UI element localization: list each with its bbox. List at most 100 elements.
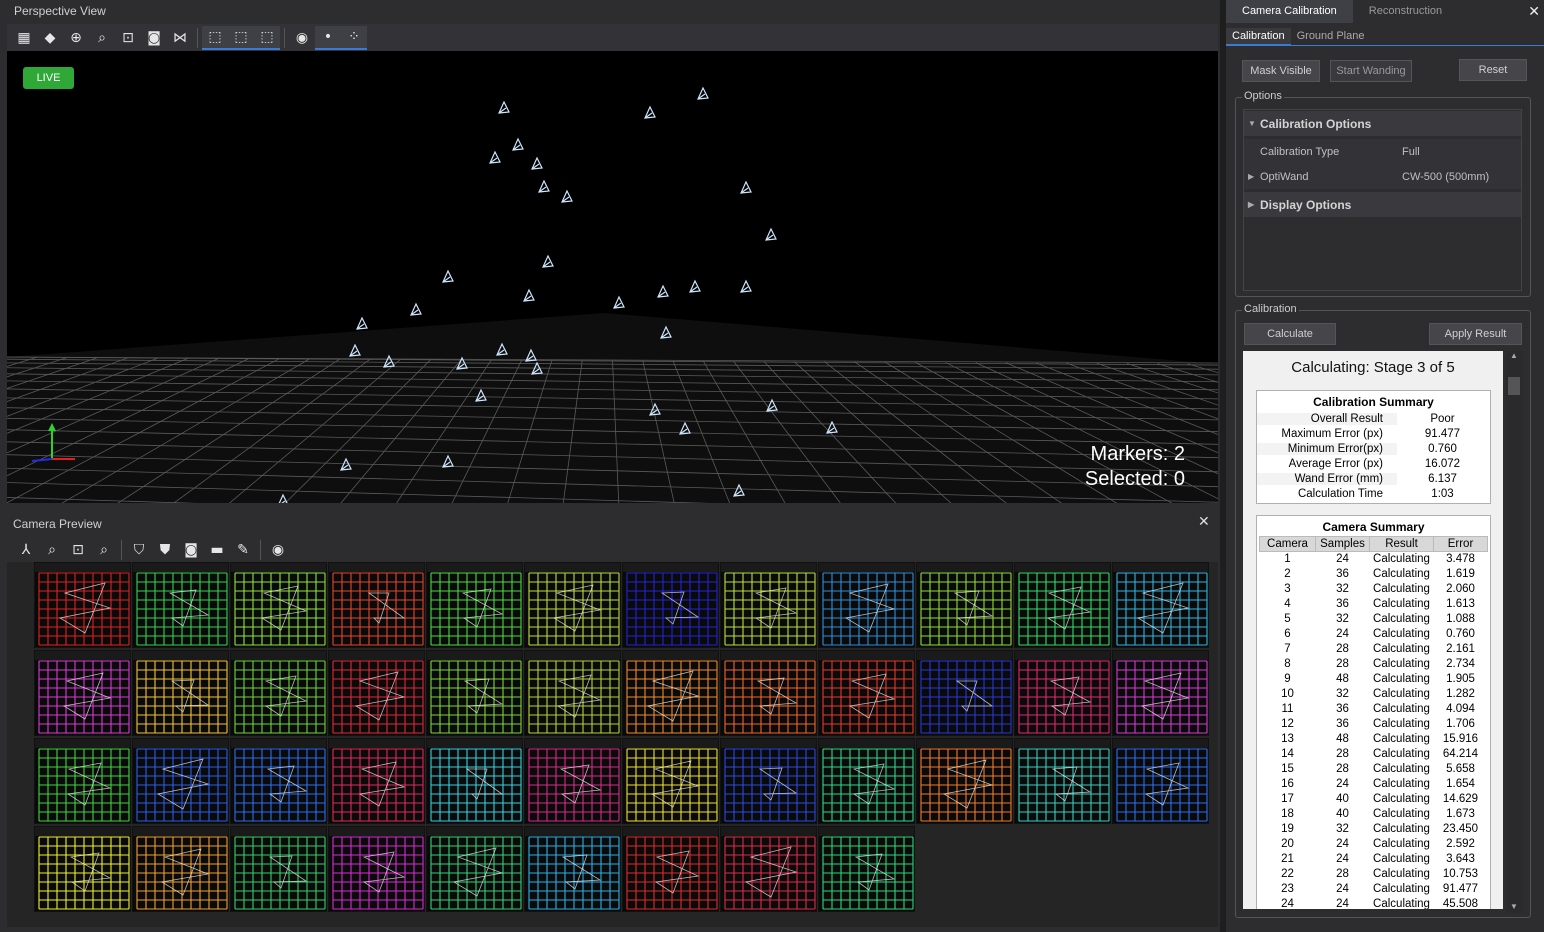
subtab-ground-plane[interactable]: Ground Plane xyxy=(1291,28,1371,45)
zoom-in-icon[interactable]: ⌕ xyxy=(39,538,65,562)
brush-icon[interactable]: ✎ xyxy=(230,538,256,562)
network-icon[interactable]: ⋈ xyxy=(167,26,193,50)
camera-tile[interactable] xyxy=(426,650,523,736)
results-scrollbar[interactable]: ▲ ▼ xyxy=(1506,351,1522,913)
table-row[interactable]: 21 24 Calculating 3.643 xyxy=(1260,852,1488,867)
zoom-fit-icon[interactable]: ⊕ xyxy=(63,26,89,50)
table-row[interactable]: 8 28 Calculating 2.734 xyxy=(1260,657,1488,672)
table-row[interactable]: 5 32 Calculating 1.088 xyxy=(1260,612,1488,627)
camera-tile[interactable] xyxy=(132,826,229,912)
record-icon[interactable]: ◙ xyxy=(178,538,204,562)
table-row[interactable]: 9 48 Calculating 1.905 xyxy=(1260,672,1488,687)
scroll-thumb[interactable] xyxy=(1508,377,1520,395)
table-row[interactable]: 16 24 Calculating 1.654 xyxy=(1260,777,1488,792)
camera-tile[interactable] xyxy=(426,738,523,824)
camera-tile[interactable] xyxy=(328,738,425,824)
select-rect-icon[interactable]: ⬚ xyxy=(202,25,228,50)
tab-camera-calibration[interactable]: Camera Calibration xyxy=(1226,0,1353,23)
assets-toggle-icon[interactable]: ⁘ xyxy=(341,25,367,50)
table-row[interactable]: 7 28 Calculating 2.161 xyxy=(1260,642,1488,657)
mask-fill-icon[interactable]: ⛊ xyxy=(152,538,178,562)
apply-result-button[interactable]: Apply Result xyxy=(1429,323,1522,345)
camera-tile[interactable] xyxy=(132,650,229,736)
table-row[interactable]: 19 32 Calculating 23.450 xyxy=(1260,822,1488,837)
tab-reconstruction[interactable]: Reconstruction xyxy=(1353,0,1458,23)
camera-tile[interactable] xyxy=(328,826,425,912)
camera-tile[interactable] xyxy=(916,650,1013,736)
display-options-header[interactable]: ▶ Display Options xyxy=(1244,192,1521,217)
table-row[interactable]: 4 36 Calculating 1.613 xyxy=(1260,597,1488,612)
zoom-selection-icon[interactable]: ⌕ xyxy=(89,26,115,50)
select-camera-icon[interactable]: ⬚ xyxy=(228,25,254,50)
table-row[interactable]: 17 40 Calculating 14.629 xyxy=(1260,792,1488,807)
table-row[interactable]: 22 28 Calculating 10.753 xyxy=(1260,867,1488,882)
camera-tile[interactable] xyxy=(1014,562,1111,648)
camera-tile[interactable] xyxy=(1112,562,1209,648)
table-row[interactable]: 14 28 Calculating 64.214 xyxy=(1260,747,1488,762)
layout-icon[interactable]: ⅄ xyxy=(13,538,39,562)
calculate-button[interactable]: Calculate xyxy=(1244,323,1336,345)
table-row[interactable]: 10 32 Calculating 1.282 xyxy=(1260,687,1488,702)
camera-tile[interactable] xyxy=(426,826,523,912)
table-row[interactable]: 18 40 Calculating 1.673 xyxy=(1260,807,1488,822)
camera-tile[interactable] xyxy=(132,562,229,648)
camera-tile[interactable] xyxy=(426,562,523,648)
table-row[interactable]: 20 24 Calculating 2.592 xyxy=(1260,837,1488,852)
video-mode-icon[interactable]: ▬ xyxy=(204,538,230,562)
camera-tile[interactable] xyxy=(818,650,915,736)
zoom-icon[interactable]: ⌕ xyxy=(91,538,117,562)
table-row[interactable]: 6 24 Calculating 0.760 xyxy=(1260,627,1488,642)
table-row[interactable]: 2 36 Calculating 1.619 xyxy=(1260,567,1488,582)
camera-tile[interactable] xyxy=(230,562,327,648)
subtab-calibration[interactable]: Calibration xyxy=(1226,28,1291,45)
reset-button[interactable]: Reset xyxy=(1459,59,1527,81)
camera-tile[interactable] xyxy=(916,738,1013,824)
camera-tile[interactable] xyxy=(1112,650,1209,736)
scroll-up-icon[interactable]: ▲ xyxy=(1506,351,1522,360)
camera-tile[interactable] xyxy=(622,826,719,912)
camera-tile[interactable] xyxy=(34,826,131,912)
optiwand-row[interactable]: ▶ OptiWand CW-500 (500mm) xyxy=(1244,164,1521,189)
camera-tile[interactable] xyxy=(720,562,817,648)
camera-tile[interactable] xyxy=(818,738,915,824)
close-icon[interactable]: ✕ xyxy=(1198,513,1212,533)
camera-tile[interactable] xyxy=(818,826,915,912)
table-row[interactable]: 24 24 Calculating 45.508 xyxy=(1260,897,1488,909)
camera-tile[interactable] xyxy=(230,650,327,736)
camera-tile[interactable] xyxy=(622,738,719,824)
camera-tile[interactable] xyxy=(524,738,621,824)
camera-tile[interactable] xyxy=(720,826,817,912)
camera-tile[interactable] xyxy=(328,650,425,736)
camera-tile[interactable] xyxy=(524,826,621,912)
camera-snapshot-icon[interactable]: ◙ xyxy=(141,26,167,50)
calibration-type-row[interactable]: Calibration Type Full xyxy=(1244,139,1521,164)
camera-tile[interactable] xyxy=(720,650,817,736)
table-row[interactable]: 3 32 Calculating 2.060 xyxy=(1260,582,1488,597)
close-icon[interactable]: ✕ xyxy=(1528,3,1540,20)
camera-tile[interactable] xyxy=(230,826,327,912)
camera-tile[interactable] xyxy=(230,738,327,824)
markers-toggle-icon[interactable]: • xyxy=(315,25,341,50)
3d-viewport[interactable]: LIVE Markers: 2 Selected: 0 xyxy=(7,51,1218,503)
calibration-options-header[interactable]: ▼ Calibration Options xyxy=(1244,111,1521,136)
camera-tile[interactable] xyxy=(622,562,719,648)
table-row[interactable]: 12 36 Calculating 1.706 xyxy=(1260,717,1488,732)
table-row[interactable]: 15 28 Calculating 5.658 xyxy=(1260,762,1488,777)
camera-tile[interactable] xyxy=(1014,650,1111,736)
table-row[interactable]: 23 24 Calculating 91.477 xyxy=(1260,882,1488,897)
camera-tile[interactable] xyxy=(524,562,621,648)
camera-tile[interactable] xyxy=(34,562,131,648)
camera-tile[interactable] xyxy=(34,650,131,736)
visibility-icon[interactable]: ◉ xyxy=(289,26,315,50)
live-badge[interactable]: LIVE xyxy=(23,67,74,89)
visibility-icon[interactable]: ◉ xyxy=(265,538,291,562)
table-row[interactable]: 11 36 Calculating 4.094 xyxy=(1260,702,1488,717)
table-row[interactable]: 13 48 Calculating 15.916 xyxy=(1260,732,1488,747)
camera-tile[interactable] xyxy=(34,738,131,824)
camera-tile[interactable] xyxy=(622,650,719,736)
grid-view-icon[interactable]: ▦ xyxy=(11,26,37,50)
mask-icon[interactable]: ⛉ xyxy=(126,538,152,562)
camera-tile[interactable] xyxy=(524,650,621,736)
cube-icon[interactable]: ◆ xyxy=(37,26,63,50)
camera-tile[interactable] xyxy=(1014,738,1111,824)
